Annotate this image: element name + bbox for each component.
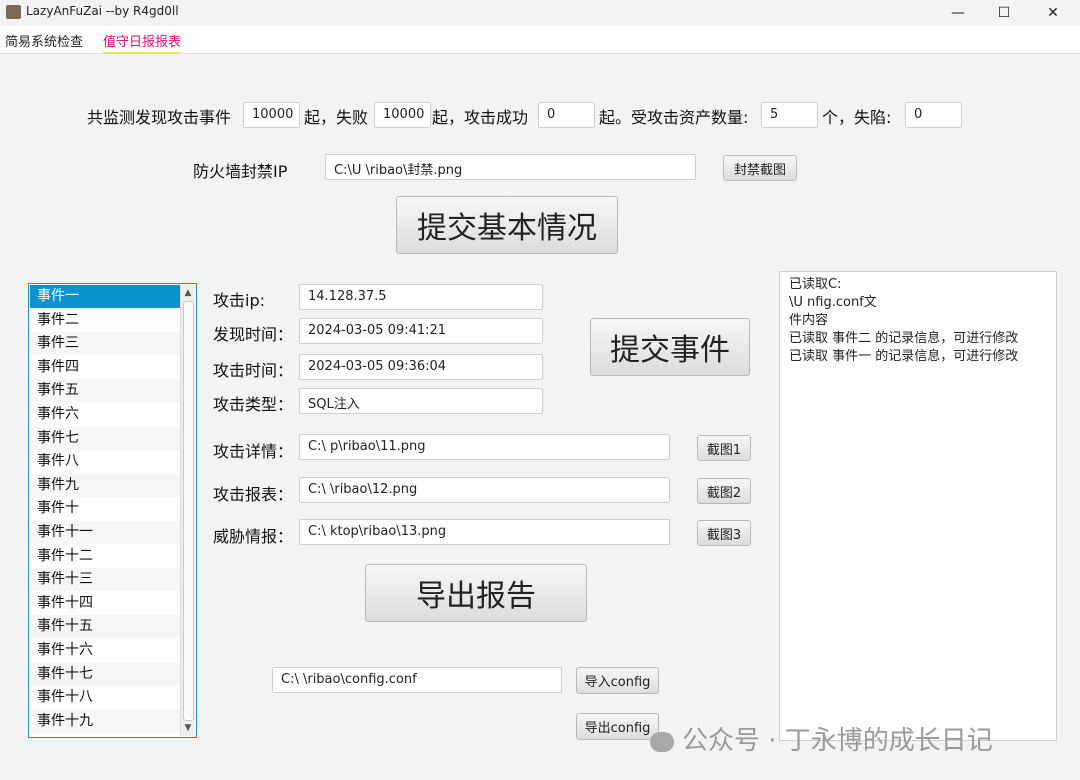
attack-ip-label: 攻击ip: — [213, 291, 265, 310]
list-item[interactable]: 事件五 — [30, 379, 181, 403]
threat-intel-path-field[interactable]: C:\ ktop\ribao\13.png — [299, 519, 670, 545]
screenshot-1-button[interactable]: 截图1 — [697, 435, 751, 461]
export-report-button[interactable]: 导出报告 — [365, 564, 587, 622]
config-path-field[interactable]: C:\ \ribao\config.conf — [272, 667, 562, 693]
list-item[interactable]: 事件十七 — [30, 662, 181, 686]
attack-report-label: 攻击报表： — [213, 485, 294, 504]
app-icon — [6, 5, 21, 19]
list-item[interactable]: 事件九 — [30, 473, 181, 497]
assets-count-field[interactable]: 5 — [761, 102, 818, 128]
menu-item-system-check[interactable]: 简易系统检查 — [5, 31, 83, 50]
log-line: \U nfig.conf文 — [789, 295, 877, 310]
submit-event-button[interactable]: 提交事件 — [590, 318, 750, 376]
minimize-button[interactable]: — — [935, 0, 981, 26]
compromised-count-field[interactable]: 0 — [905, 102, 962, 128]
submit-basic-button[interactable]: 提交基本情况 — [396, 196, 618, 254]
attack-time-field[interactable]: 2024-03-05 09:36:04 — [299, 354, 543, 380]
title-bar: LazyAnFuZai --by R4gd0ll — ☐ ✕ — [0, 0, 1080, 26]
list-item[interactable]: 事件六 — [30, 403, 181, 426]
list-item[interactable]: 事件十三 — [30, 568, 181, 592]
list-item[interactable]: 事件十九 — [30, 709, 181, 733]
attack-ip-field[interactable]: 14.128.37.5 — [299, 284, 543, 310]
event-list[interactable]: 事件一 事件二 事件三 事件四 事件五 事件六 事件七 事件八 事件九 事件十 … — [28, 283, 197, 738]
attack-detail-label: 攻击详情： — [213, 442, 294, 461]
scroll-down-icon[interactable]: ▼ — [181, 721, 195, 735]
list-item[interactable]: 事件四 — [30, 356, 181, 379]
firewall-path-field[interactable]: C:\U \ribao\封禁.png — [325, 154, 696, 180]
discover-time-label: 发现时间： — [213, 325, 294, 344]
export-config-button[interactable]: 导出config — [576, 713, 659, 740]
log-output[interactable]: 已读取C: \U nfig.conf文 件内容 已读取 事件二 的记录信息，可进… — [779, 271, 1057, 741]
screenshot-2-button[interactable]: 截图2 — [697, 478, 751, 504]
list-item[interactable]: 事件十四 — [30, 592, 181, 615]
attack-type-field[interactable]: SQL注入 — [299, 388, 543, 414]
failed-events-field[interactable]: 10000 — [374, 102, 431, 128]
attack-detail-path-field[interactable]: C:\ p\ribao\11.png — [299, 434, 670, 460]
list-item[interactable]: 事件十二 — [30, 545, 181, 568]
summary-label-success: 起，攻击成功 — [432, 108, 529, 127]
watermark: 公众号 · 丁永博的成长日记 — [650, 720, 993, 757]
firewall-screenshot-button[interactable]: 封禁截图 — [723, 155, 797, 181]
list-item[interactable]: 事件十一 — [30, 521, 181, 544]
log-line: 已读取 事件一 的记录信息，可进行修改 — [789, 349, 1019, 364]
summary-label-failed: 起，失败 — [304, 108, 369, 127]
menu-item-daily-report[interactable]: 值守日报报表 — [103, 31, 182, 54]
list-item[interactable]: 事件二 — [30, 309, 181, 332]
list-item[interactable]: 事件七 — [30, 426, 181, 450]
maximize-button[interactable]: ☐ — [981, 0, 1027, 26]
scroll-up-icon[interactable]: ▲ — [181, 286, 195, 300]
total-events-field[interactable]: 10000 — [243, 102, 300, 128]
list-item[interactable]: 事件三 — [30, 332, 181, 356]
list-item[interactable]: 事件八 — [30, 450, 181, 473]
menu-bar: 简易系统检查 值守日报报表 — [0, 26, 1080, 54]
summary-label-compromised: 个，失陷: — [822, 108, 892, 127]
list-item[interactable]: 事件十六 — [30, 639, 181, 662]
window-title: LazyAnFuZai --by R4gd0ll — [26, 4, 179, 18]
screenshot-3-button[interactable]: 截图3 — [697, 520, 751, 546]
import-config-button[interactable]: 导入config — [576, 667, 659, 694]
success-events-field[interactable]: 0 — [538, 102, 595, 128]
attack-time-label: 攻击时间： — [213, 361, 294, 380]
discover-time-field[interactable]: 2024-03-05 09:41:21 — [299, 318, 543, 344]
close-button[interactable]: ✕ — [1030, 0, 1076, 26]
list-item[interactable]: 事件十五 — [30, 615, 181, 639]
summary-label-assets: 起。受攻击资产数量: — [599, 108, 749, 127]
list-item[interactable]: 事件一 — [30, 285, 181, 308]
watermark-text: 公众号 · 丁永博的成长日记 — [682, 726, 993, 756]
log-line: 已读取 事件二 的记录信息，可进行修改 — [789, 331, 1019, 346]
summary-label-total: 共监测发现攻击事件 — [87, 108, 232, 127]
log-line: 已读取C: — [789, 277, 842, 292]
attack-report-path-field[interactable]: C:\ \ribao\12.png — [299, 477, 670, 503]
list-item[interactable]: 事件十 — [30, 497, 181, 520]
threat-intel-label: 威胁情报： — [213, 527, 294, 546]
event-list-scrollbar[interactable]: ▲ ▼ — [180, 285, 195, 736]
attack-type-label: 攻击类型： — [213, 395, 294, 414]
log-line: 件内容 — [789, 313, 829, 328]
wechat-icon — [650, 731, 674, 752]
list-item[interactable]: 事件十八 — [30, 686, 181, 709]
firewall-label: 防火墙封禁IP — [193, 162, 288, 181]
scroll-thumb[interactable] — [183, 301, 194, 721]
